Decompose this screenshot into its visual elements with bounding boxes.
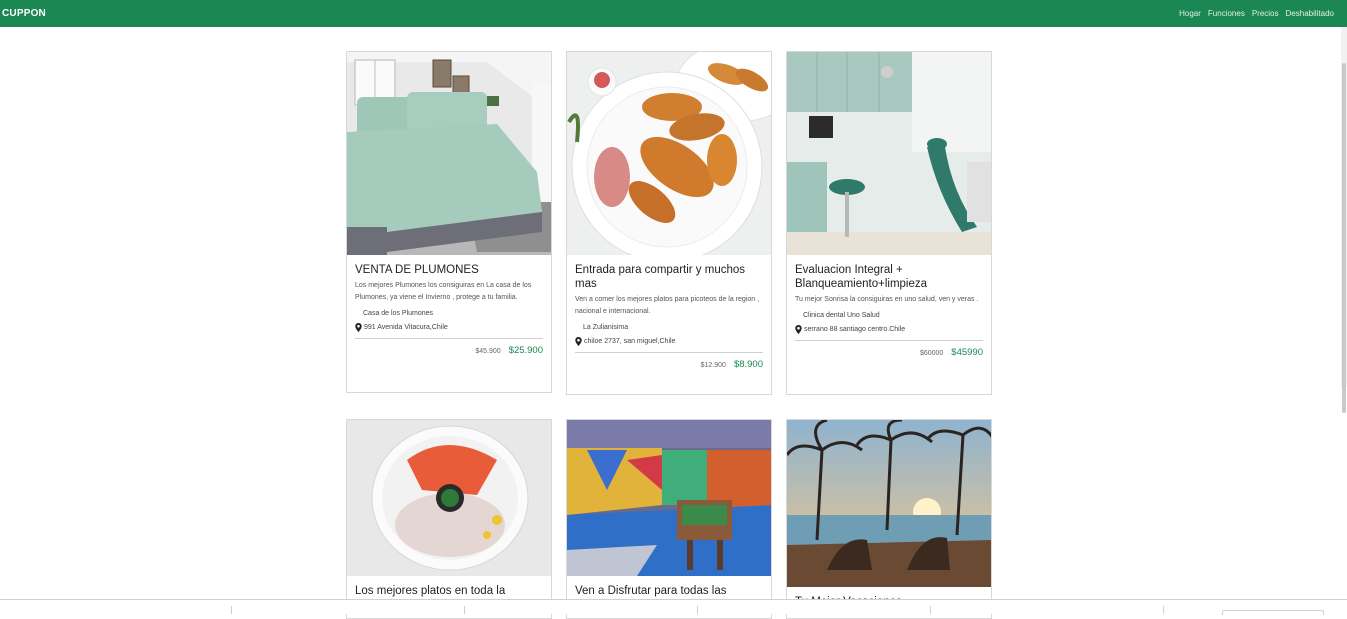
deal-card[interactable]: Evaluacion Integral + Blanqueamiento+lim… xyxy=(786,51,992,395)
vertical-scrollbar[interactable] xyxy=(1341,27,1347,413)
deal-card[interactable]: Los mejores platos en toda la xyxy=(346,419,552,619)
card-vendor: Casa de los Plumones xyxy=(363,310,434,317)
card-description: Los mejores Plumones los consiguiras en … xyxy=(355,282,532,301)
scrollbar-thumb[interactable] xyxy=(1342,63,1346,413)
old-price: $45.900 xyxy=(475,348,501,355)
card-title[interactable]: VENTA DE PLUMONES xyxy=(355,263,543,277)
nav-link-funciones[interactable]: Funciones xyxy=(1208,9,1245,18)
beach-image[interactable] xyxy=(787,420,991,587)
dental-clinic-image[interactable] xyxy=(787,52,991,255)
nav-links: Hogar Funciones Precios Deshabilitado xyxy=(1179,9,1334,18)
card-title[interactable]: Los mejores platos en toda la xyxy=(355,584,543,598)
map-pin-icon xyxy=(355,323,362,332)
brand-logo[interactable]: CUPPON xyxy=(2,8,46,19)
old-price: $60000 xyxy=(919,350,944,357)
card-description: Tu mejor Sonrisa la consiguiras en uno s… xyxy=(795,296,979,303)
card-vendor: La Zulianisima xyxy=(583,324,629,331)
playroom-image[interactable] xyxy=(567,420,771,576)
new-price: $25.900 xyxy=(508,345,543,356)
food-bowl-image[interactable] xyxy=(347,420,551,576)
card-prices: $60000 $45990 xyxy=(795,341,983,366)
card-location-text: 991 Avenida Vitacura,Chile xyxy=(364,324,448,331)
map-pin-icon xyxy=(795,325,802,334)
croquettes-image[interactable] xyxy=(567,52,771,255)
top-navbar: CUPPON Hogar Funciones Precios Deshabili… xyxy=(0,0,1347,27)
new-price: $45990 xyxy=(951,347,983,358)
nav-link-hogar[interactable]: Hogar xyxy=(1179,9,1201,18)
card-location: chiloe 2737, san miguel,Chile xyxy=(575,337,763,346)
deal-card[interactable]: Ven a Disfrutar para todas las xyxy=(566,419,772,619)
nav-link-deshabilitado[interactable]: Deshabilitado xyxy=(1286,9,1334,18)
card-title[interactable]: Evaluacion Integral + Blanqueamiento+lim… xyxy=(795,263,983,291)
card-description: Ven a comer los mejores platos para pico… xyxy=(575,296,760,315)
nav-link-precios[interactable]: Precios xyxy=(1252,9,1279,18)
deal-card[interactable]: Tu Mejor Vacaciones xyxy=(786,419,992,619)
card-title[interactable]: Ven a Disfrutar para todas las xyxy=(575,584,763,598)
card-location-text: chiloe 2737, san miguel,Chile xyxy=(584,338,676,345)
map-pin-icon xyxy=(575,337,582,346)
card-location: serrano 88 santiago centro.Chile xyxy=(795,325,983,334)
card-location: 991 Avenida Vitacura,Chile xyxy=(355,323,543,332)
card-title[interactable]: Entrada para compartir y muchos mas xyxy=(575,263,763,291)
bedroom-image[interactable] xyxy=(347,52,551,255)
card-prices: $45.900 $25.900 xyxy=(355,339,543,364)
bottom-toolbar xyxy=(0,599,1347,615)
deal-card[interactable]: VENTA DE PLUMONES Los mejores Plumones l… xyxy=(346,51,552,393)
deal-card[interactable]: Entrada para compartir y muchos mas Ven … xyxy=(566,51,772,395)
card-vendor: Clinica dental Uno Salud xyxy=(803,312,880,319)
old-price: $12.900 xyxy=(700,362,726,369)
card-prices: $12.900 $8.900 xyxy=(575,353,763,378)
new-price: $8.900 xyxy=(733,359,763,370)
card-location-text: serrano 88 santiago centro.Chile xyxy=(804,326,906,333)
